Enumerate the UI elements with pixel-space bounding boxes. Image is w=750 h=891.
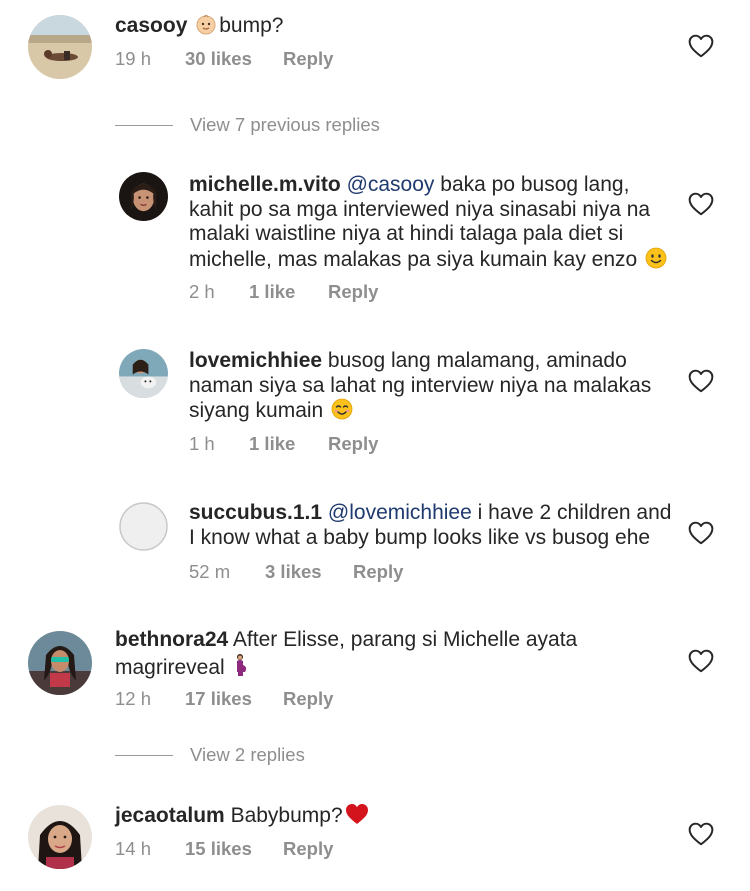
username[interactable]: michelle.m.vito — [189, 173, 341, 196]
timestamp: 52 m — [189, 561, 231, 582]
avatar[interactable] — [28, 631, 92, 695]
reply-button[interactable]: Reply — [328, 281, 378, 303]
smiling-face-icon — [331, 398, 353, 427]
heart-icon[interactable] — [688, 369, 714, 393]
view-previous-replies[interactable]: View 7 previous replies — [115, 114, 380, 136]
mention-link[interactable]: @lovemichhiee — [328, 501, 472, 524]
likes-count[interactable]: 17 likes — [185, 688, 283, 710]
reply-button[interactable]: Reply — [328, 433, 378, 455]
username[interactable]: casooy — [115, 14, 187, 37]
heart-icon[interactable] — [688, 649, 714, 673]
divider-line — [115, 124, 173, 126]
likes-count[interactable]: 1 like — [249, 281, 328, 303]
username[interactable]: jecaotalum — [115, 804, 225, 827]
comment-meta: 1 h 1 like Reply — [189, 433, 378, 455]
reply-button[interactable]: Reply — [353, 561, 403, 583]
baby-face-icon — [195, 13, 217, 42]
view-replies-label[interactable]: View 2 replies — [190, 744, 305, 766]
pregnant-woman-icon — [233, 653, 249, 684]
avatar[interactable] — [28, 15, 92, 79]
mention-link[interactable]: @casooy — [347, 173, 435, 196]
comment-text: succubus.1.1 @lovemichhiee i have 2 chil… — [189, 501, 679, 550]
comment-meta: 19 h 30 likes Reply — [115, 48, 333, 70]
heart-icon[interactable] — [688, 521, 714, 545]
comment-body: Babybump? — [230, 804, 343, 827]
likes-count[interactable]: 15 likes — [185, 838, 283, 860]
likes-count[interactable]: 3 likes — [265, 561, 353, 583]
username[interactable]: succubus.1.1 — [189, 501, 322, 524]
timestamp: 2 h — [189, 281, 215, 302]
likes-count[interactable]: 1 like — [249, 433, 328, 455]
comment-body: bump? — [219, 14, 284, 37]
username[interactable]: bethnora24 — [115, 628, 228, 651]
timestamp: 1 h — [189, 433, 215, 454]
timestamp: 19 h — [115, 48, 152, 69]
view-replies[interactable]: View 2 replies — [115, 744, 305, 766]
likes-count[interactable]: 30 likes — [185, 48, 283, 70]
comment-text: lovemichhiee busog lang malamang, aminad… — [189, 349, 679, 427]
slightly-smiling-face-icon — [645, 247, 667, 276]
reply-button[interactable]: Reply — [283, 48, 333, 70]
comment-meta: 2 h 1 like Reply — [189, 281, 378, 303]
comment-text: jecaotalum Babybump? — [115, 803, 675, 832]
username[interactable]: lovemichhiee — [189, 349, 322, 372]
red-heart-icon — [345, 803, 369, 832]
timestamp: 12 h — [115, 688, 152, 709]
timestamp: 14 h — [115, 838, 152, 859]
comment-text: michelle.m.vito @casooy baka po busog la… — [189, 173, 679, 275]
comment-meta: 14 h 15 likes Reply — [115, 838, 333, 860]
comment-text: bethnora24 After Elisse, parang si Miche… — [115, 628, 675, 683]
reply-button[interactable]: Reply — [283, 838, 333, 860]
reply-button[interactable]: Reply — [283, 688, 333, 710]
avatar[interactable] — [119, 172, 168, 221]
avatar[interactable] — [28, 805, 92, 869]
comment-meta: 12 h 17 likes Reply — [115, 688, 333, 710]
heart-icon[interactable] — [688, 822, 714, 846]
comment-meta: 52 m 3 likes Reply — [189, 561, 403, 583]
heart-icon[interactable] — [688, 192, 714, 216]
avatar[interactable] — [119, 349, 168, 398]
heart-icon[interactable] — [688, 34, 714, 58]
divider-line — [115, 754, 173, 756]
avatar-placeholder[interactable] — [119, 502, 168, 551]
comment-text: casooy bump? — [115, 13, 675, 42]
view-replies-label[interactable]: View 7 previous replies — [190, 114, 380, 136]
